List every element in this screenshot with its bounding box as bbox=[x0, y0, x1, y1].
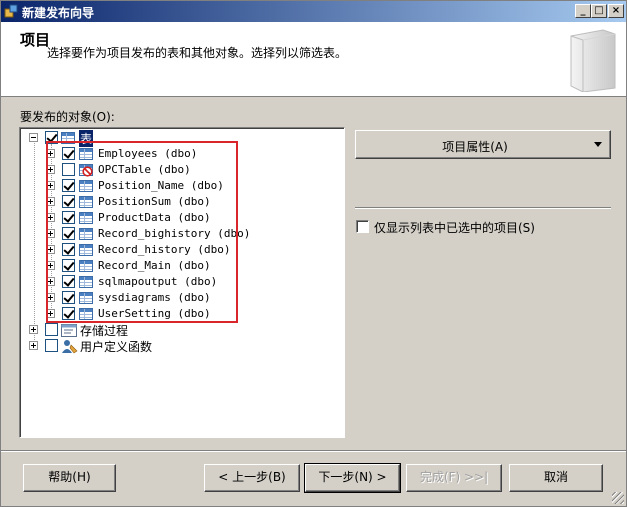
wizard-header: 项目 选择要作为项目发布的表和其他对象。选择列以筛选表。 bbox=[1, 22, 626, 97]
user-functions-checkbox[interactable] bbox=[45, 339, 58, 352]
article-properties-label: 项目属性(A) bbox=[442, 140, 508, 154]
tree-connector-root bbox=[34, 141, 35, 346]
wizard-app-icon bbox=[4, 4, 18, 18]
close-icon: × bbox=[611, 5, 621, 16]
user-functions-label: 用户定义函数 bbox=[80, 340, 153, 354]
page-title: 项目 bbox=[20, 31, 51, 49]
expand-icon[interactable] bbox=[29, 341, 38, 350]
show-selected-only-checkbox[interactable] bbox=[356, 220, 369, 233]
article-properties-dropdown[interactable]: 项目属性(A) bbox=[355, 130, 611, 159]
maximize-icon: □ bbox=[594, 5, 604, 16]
back-button[interactable]: < 上一步(B) bbox=[204, 464, 300, 492]
close-button[interactable]: × bbox=[608, 4, 624, 18]
tree-node-user-functions[interactable]: 用户定义函数 bbox=[25, 338, 185, 354]
cancel-button[interactable]: 取消 bbox=[509, 464, 603, 492]
minimize-icon: _ bbox=[580, 5, 586, 16]
minimize-button[interactable]: _ bbox=[575, 4, 591, 18]
expand-icon[interactable] bbox=[29, 325, 38, 334]
collapse-icon[interactable] bbox=[29, 133, 38, 142]
resize-grip-icon[interactable] bbox=[612, 492, 624, 504]
tree-node-stored-procedures[interactable]: 存储过程 bbox=[25, 322, 165, 338]
highlight-annotation-box bbox=[46, 141, 238, 323]
wizard-header-graphic-icon bbox=[570, 29, 616, 92]
divider bbox=[355, 207, 611, 209]
stored-procedures-label: 存储过程 bbox=[80, 324, 129, 338]
objects-to-publish-label: 要发布的对象(O): bbox=[20, 110, 115, 124]
finish-button[interactable]: 完成(F) >>| bbox=[406, 464, 502, 492]
user-function-icon bbox=[62, 340, 78, 354]
show-selected-only-label: 仅显示列表中已选中的项目(S) bbox=[374, 221, 535, 235]
help-button[interactable]: 帮助(H) bbox=[23, 464, 116, 492]
window-title: 新建发布向导 bbox=[22, 6, 95, 20]
footer-divider bbox=[1, 450, 626, 452]
stored-procedure-icon bbox=[61, 324, 77, 337]
stored-procedures-checkbox[interactable] bbox=[45, 323, 58, 336]
chevron-down-icon bbox=[594, 142, 602, 147]
next-button[interactable]: 下一步(N) > bbox=[304, 463, 401, 493]
maximize-button[interactable]: □ bbox=[591, 4, 607, 18]
title-bar[interactable]: 新建发布向导 _ □ × bbox=[1, 1, 626, 22]
page-subtitle: 选择要作为项目发布的表和其他对象。选择列以筛选表。 bbox=[47, 46, 348, 60]
publication-wizard-window: 新建发布向导 _ □ × 项目 选择要作为项目发布的表和其他对象。选择列以筛选表… bbox=[0, 0, 627, 507]
